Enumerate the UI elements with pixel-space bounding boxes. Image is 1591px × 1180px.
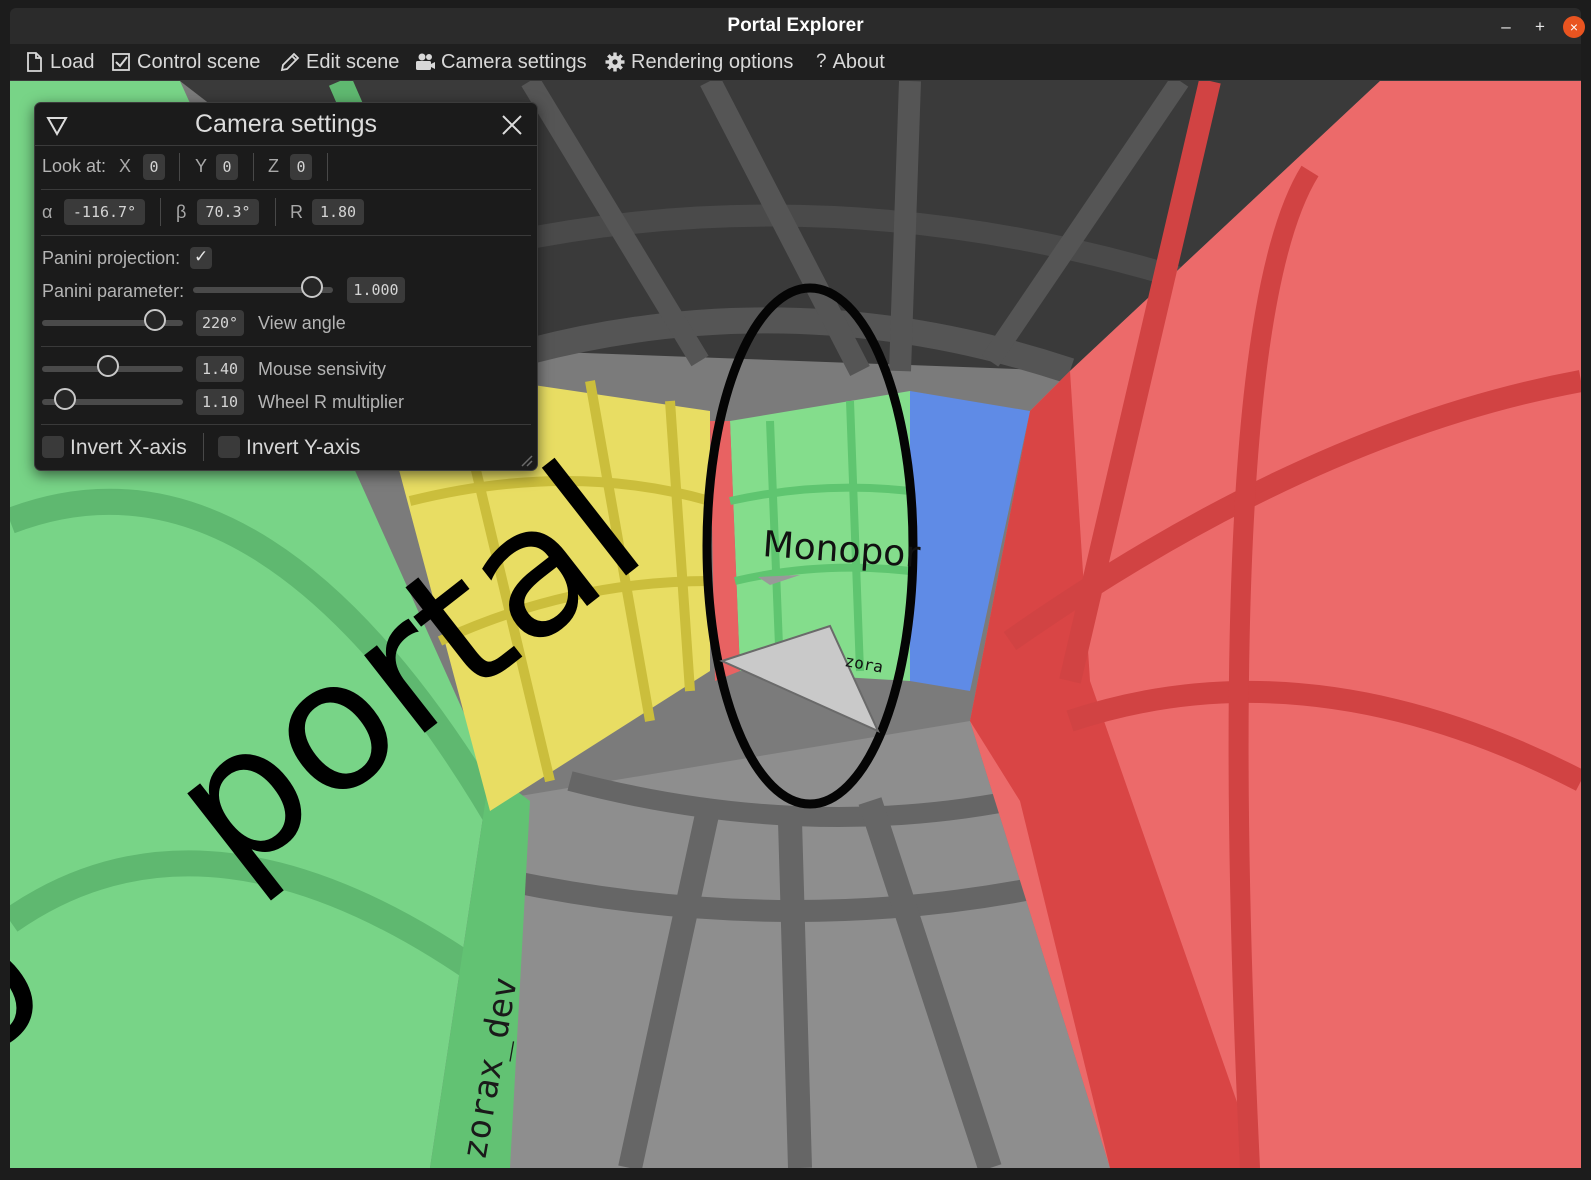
menu-rendering-options[interactable]: Rendering options — [604, 50, 793, 74]
divider — [41, 189, 531, 190]
invert-x-label: Invert X-axis — [70, 436, 187, 459]
close-window-button[interactable]: × — [1563, 16, 1585, 38]
look-at-y-field[interactable]: 0 — [216, 154, 238, 180]
separator — [275, 198, 276, 226]
menu-camera-settings[interactable]: Camera settings — [414, 50, 587, 74]
separator — [327, 153, 328, 181]
separator — [253, 153, 254, 181]
checkbox-icon — [112, 53, 130, 71]
invert-x-checkbox[interactable] — [42, 436, 64, 458]
panel-title: Camera settings — [194, 110, 378, 138]
wheel-r-multiplier-label: Wheel R multiplier — [258, 392, 405, 412]
panini-parameter-label: Panini parameter: — [42, 281, 185, 301]
menu-load-label: Load — [50, 50, 95, 73]
mouse-sensitivity-slider-thumb[interactable] — [97, 355, 120, 377]
minimize-button[interactable]: – — [1495, 16, 1517, 38]
separator — [179, 153, 180, 181]
separator — [160, 198, 161, 226]
menu-edit-scene-label: Edit scene — [306, 50, 400, 73]
maximize-button[interactable]: + — [1529, 16, 1551, 38]
view-angle-value[interactable]: 220° — [196, 310, 244, 336]
panini-projection-label: Panini projection: — [42, 248, 181, 268]
mouse-sensitivity-label: Mouse sensivity — [258, 359, 387, 379]
panini-parameter-slider-thumb[interactable] — [301, 276, 323, 298]
divider — [41, 424, 531, 425]
wheel-r-multiplier-value[interactable]: 1.10 — [196, 389, 244, 415]
menu-control-scene[interactable]: Control scene — [110, 50, 260, 74]
mouse-sensitivity-value[interactable]: 1.40 — [196, 356, 244, 382]
look-at-y-label: Y — [195, 156, 208, 176]
divider — [41, 235, 531, 236]
panel-header[interactable]: Camera settings — [35, 103, 537, 146]
resize-grip-icon[interactable] — [519, 453, 533, 467]
invert-y-checkbox[interactable] — [218, 436, 240, 458]
invert-y-label: Invert Y-axis — [246, 436, 361, 459]
look-at-x-label: X — [119, 156, 132, 176]
menu-control-scene-label: Control scene — [137, 50, 261, 73]
look-at-z-field[interactable]: 0 — [290, 154, 312, 180]
menu-rendering-options-label: Rendering options — [631, 50, 794, 73]
beta-label: β — [176, 202, 187, 222]
file-icon — [27, 52, 42, 72]
view-angle-label: View angle — [258, 313, 346, 333]
beta-field[interactable]: 70.3° — [197, 199, 259, 225]
alpha-label: α — [42, 202, 53, 222]
alpha-field[interactable]: -116.7° — [64, 199, 145, 225]
look-at-x-field[interactable]: 0 — [143, 154, 165, 180]
camera-icon — [416, 53, 435, 70]
window-title: Portal Explorer — [727, 15, 864, 36]
separator — [203, 433, 204, 461]
gear-icon — [605, 52, 625, 72]
menu-bar: Load Control scene Edit scene Camera set… — [10, 44, 1581, 81]
panini-parameter-value[interactable]: 1.000 — [347, 277, 405, 303]
title-bar: Portal Explorer – + × — [10, 8, 1585, 44]
look-at-z-label: Z — [268, 156, 279, 176]
menu-edit-scene[interactable]: Edit scene — [279, 50, 399, 74]
close-icon[interactable] — [499, 112, 525, 138]
check-icon: ✓ — [194, 247, 209, 266]
r-field[interactable]: 1.80 — [312, 199, 364, 225]
wheel-r-multiplier-slider-thumb[interactable] — [53, 388, 76, 410]
menu-load[interactable]: Load — [23, 50, 95, 74]
r-label: R — [290, 202, 303, 222]
menu-about[interactable]: ? About — [816, 50, 885, 74]
camera-settings-panel: Camera settings Look at: X 0 Y 0 Z 0 α -… — [34, 102, 538, 471]
pencil-icon — [280, 52, 300, 72]
menu-about-label: About — [832, 50, 885, 73]
look-at-label: Look at: — [42, 156, 107, 176]
menu-camera-settings-label: Camera settings — [441, 50, 587, 73]
panini-projection-checkbox[interactable]: ✓ — [190, 247, 212, 269]
view-angle-slider-thumb[interactable] — [143, 309, 166, 331]
question-icon: ? — [816, 51, 827, 72]
divider — [41, 346, 531, 347]
